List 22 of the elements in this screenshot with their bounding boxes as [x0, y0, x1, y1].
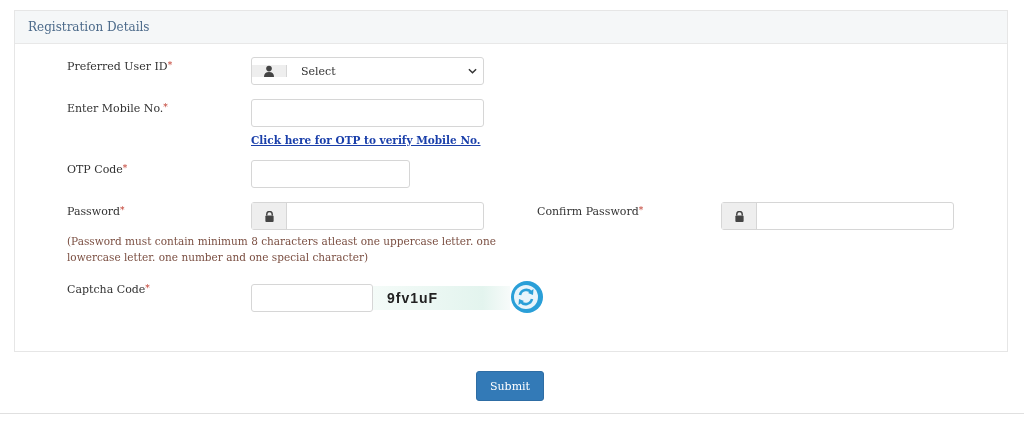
password-field[interactable] — [251, 202, 484, 230]
field-label: Password* — [67, 204, 126, 218]
field-label: Preferred User ID* — [67, 59, 174, 73]
captcha-image: 9fv1uF — [373, 286, 510, 310]
refresh-icon[interactable] — [510, 280, 546, 316]
field-label: Captcha Code* — [67, 282, 151, 296]
select-field[interactable]: Select — [251, 57, 484, 85]
field-label: Enter Mobile No.* — [67, 101, 169, 115]
field-label: Confirm Password* — [537, 204, 645, 218]
chevron-down-icon — [468, 68, 477, 74]
otp-link[interactable]: Click here for OTP to verify Mobile No. — [251, 134, 484, 146]
user-icon — [263, 65, 275, 77]
field-label: OTP Code* — [67, 162, 129, 176]
lock-icon — [733, 210, 745, 222]
input-field[interactable] — [251, 160, 410, 188]
panel-title: Registration Details — [28, 20, 150, 34]
submit-button[interactable]: Submit — [476, 371, 544, 401]
input-field[interactable] — [251, 284, 373, 312]
password-field[interactable] — [721, 202, 954, 230]
password-hint: (Password must contain minimum 8 characters atleast one uppercase letter. one lowercase letter. one number and one special character) — [67, 234, 497, 265]
input-field[interactable] — [251, 99, 484, 127]
lock-icon — [263, 210, 275, 222]
